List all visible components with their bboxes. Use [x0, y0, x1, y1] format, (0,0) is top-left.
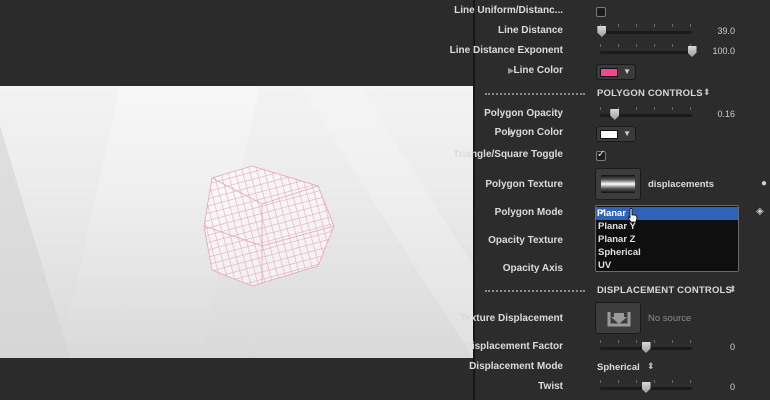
line-distance-label: Line Distance	[497, 25, 563, 36]
light-shadow	[0, 126, 70, 358]
polygon-color-swatch	[600, 130, 618, 139]
displacement-mode-label: Displacement Mode	[469, 361, 563, 372]
slider-ticks	[600, 24, 692, 27]
pointer-cursor-icon	[627, 208, 638, 223]
polygon-controls-header: POLYGON CONTROLS ⬍	[475, 84, 770, 104]
chevron-down-icon: ▼	[623, 129, 631, 138]
polygon-opacity-slider-thumb[interactable]	[610, 109, 620, 120]
polygon-texture-name: displacements	[648, 179, 714, 190]
dropdown-option-planar-z[interactable]: Planar Z	[596, 233, 738, 246]
displacement-factor-slider-thumb[interactable]	[641, 342, 651, 353]
popup-arrows-icon[interactable]: ⬍	[647, 361, 655, 372]
displacement-mode-popup[interactable]: Spherical	[597, 362, 640, 373]
displacement-factor-label: Displacement Factor	[464, 341, 563, 352]
line-distance-exponent-label: Line Distance Exponent	[449, 45, 563, 56]
opacity-texture-label: Opacity Texture	[488, 235, 563, 246]
polygon-mesh	[203, 165, 335, 287]
line-uniform-checkbox[interactable]	[596, 7, 606, 17]
polygon-color-label: Polygon Color	[494, 127, 563, 138]
inspector-panel: Line Uniform/Distanc... Line Distance 39…	[450, 0, 770, 400]
line-distance-exponent-slider-thumb[interactable]	[687, 46, 697, 57]
line-distance-exponent-slider[interactable]	[600, 51, 692, 54]
canvas-area[interactable]	[0, 86, 473, 358]
dropdown-option-planar[interactable]: ✓ Planar	[596, 207, 738, 220]
separator-line	[485, 290, 585, 292]
displacement-controls-title[interactable]: DISPLACEMENT CONTROLS	[597, 285, 732, 296]
render-canvas	[0, 86, 473, 358]
displacement-controls-header: DISPLACEMENT CONTROLS ⬍	[475, 281, 770, 301]
twist-label: Twist	[538, 381, 563, 392]
line-color-swatch	[600, 68, 618, 77]
line-uniform-label: Line Uniform/Distanc...	[454, 5, 563, 16]
polygon-mode-label: Polygon Mode	[494, 207, 563, 218]
polygon-color-well[interactable]: ▼	[596, 126, 636, 142]
popup-arrows-icon[interactable]: ⬍	[703, 87, 711, 98]
displacement-mode-row: Displacement Mode Spherical ⬍	[469, 358, 770, 378]
twist-row: Twist 0	[475, 378, 770, 398]
slider-ticks	[600, 44, 692, 47]
polygon-texture-label: Polygon Texture	[485, 179, 563, 190]
polygon-controls-title[interactable]: POLYGON CONTROLS	[597, 88, 703, 99]
viewer	[0, 0, 473, 400]
displacement-factor-row: Displacement Factor 0	[465, 338, 770, 358]
polygon-texture-row: Polygon Texture displacements	[475, 168, 770, 202]
separator-line	[485, 93, 585, 95]
twist-value[interactable]: 0	[730, 382, 735, 392]
line-distance-row: Line Distance 39.0	[475, 22, 770, 42]
chevron-down-icon: ▼	[623, 67, 631, 76]
line-distance-exponent-row: Line Distance Exponent 100.0	[450, 42, 770, 62]
line-distance-slider-thumb[interactable]	[597, 26, 607, 37]
popup-arrows-icon[interactable]: ⬍	[729, 284, 737, 295]
texture-displacement-label: Texture Displacement	[459, 313, 563, 324]
opacity-axis-label: Opacity Axis	[502, 263, 563, 274]
line-color-label: Line Color	[513, 65, 563, 76]
line-distance-exponent-value[interactable]: 100.0	[712, 46, 735, 56]
polygon-mode-dropdown[interactable]: ✓ Planar Planar Y Planar Z Spherical UV	[595, 205, 739, 272]
triangle-toggle-row: Triangle/Square Toggle	[453, 146, 770, 166]
line-color-row: ▶ Line Color ▼	[475, 62, 770, 82]
dropdown-option-planar-y[interactable]: Planar Y	[596, 220, 738, 233]
dropdown-option-uv[interactable]: UV	[596, 259, 738, 272]
line-color-well[interactable]: ▼	[596, 64, 636, 80]
line-distance-value[interactable]: 39.0	[717, 26, 735, 36]
polygon-opacity-row: Polygon Opacity 0.16	[475, 105, 770, 125]
triangle-toggle-label: Triangle/Square Toggle	[453, 149, 563, 160]
drop-target-icon	[607, 312, 631, 327]
polygon-opacity-label: Polygon Opacity	[484, 108, 563, 119]
texture-displacement-source: No source	[648, 313, 692, 324]
line-uniform-row: Line Uniform/Distanc...	[454, 2, 770, 22]
triangle-toggle-checkbox[interactable]	[596, 149, 606, 161]
twist-slider-thumb[interactable]	[641, 382, 651, 393]
line-distance-slider[interactable]	[600, 31, 692, 34]
polygon-texture-well[interactable]	[595, 168, 641, 200]
keyframe-diamond-icon[interactable]: ◈	[756, 206, 764, 217]
texture-displacement-row: Texture Displacement No source	[460, 302, 770, 336]
texture-displacement-well[interactable]	[595, 302, 641, 334]
polygon-opacity-value[interactable]: 0.16	[717, 109, 735, 119]
dropdown-option-spherical[interactable]: Spherical	[596, 246, 738, 259]
displacement-factor-value[interactable]: 0	[730, 342, 735, 352]
texture-thumbnail	[601, 175, 635, 193]
circle-icon[interactable]: ●	[761, 178, 767, 189]
polygon-color-row: ▶ Polygon Color ▼	[475, 124, 770, 144]
